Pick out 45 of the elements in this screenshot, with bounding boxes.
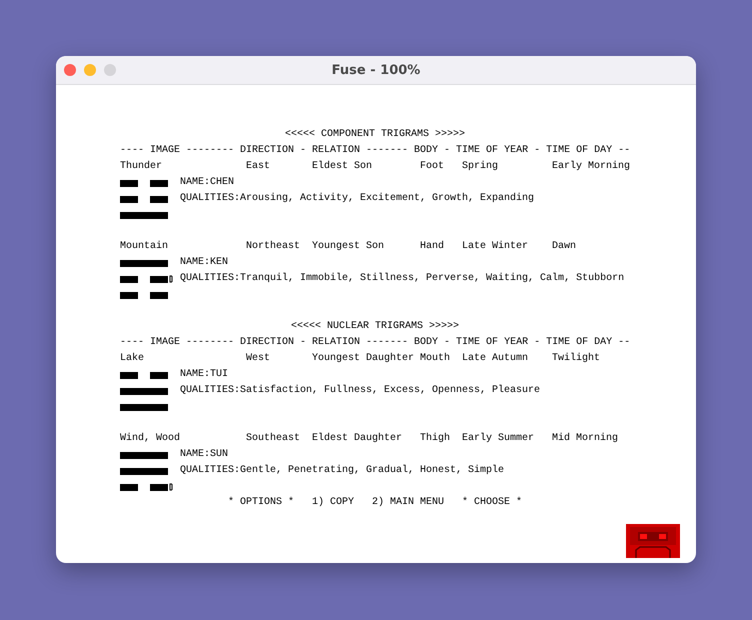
menu-option: * CHOOSE * (462, 495, 522, 511)
cassette-icon (626, 524, 680, 558)
qualities-text: QUALITIES:Gentle, Penetrating, Gradual, Honest, Simple (180, 464, 504, 478)
image-text: Thunder (120, 161, 162, 172)
season-text: Early Summer (462, 433, 534, 444)
image-text: Mountain (120, 241, 168, 252)
minimize-button[interactable] (84, 64, 96, 76)
relation-text: Eldest Daughter (312, 433, 402, 444)
qualities-text: QUALITIES:Arousing, Activity, Excitement, Growth, Expanding (180, 192, 534, 206)
section-title: <<<<< COMPONENT TRIGRAMS >>>>> (285, 128, 466, 142)
season-text: Late Winter (462, 241, 528, 252)
close-button[interactable] (64, 64, 76, 76)
relation-text: Eldest Son (312, 161, 372, 172)
menu-option[interactable]: 2) MAIN MENU (372, 495, 444, 511)
time-of-day-text: Mid Morning (552, 433, 618, 444)
season-text: Spring (462, 161, 498, 172)
body-text: Thigh (420, 433, 450, 444)
menu-option[interactable]: 1) COPY (312, 495, 354, 511)
zoom-button[interactable] (104, 64, 116, 76)
qualities-text: QUALITIES:Tranquil, Immobile, Stillness, Perverse, Waiting, Calm, Stubborn (180, 272, 624, 286)
section-title: <<<<< NUCLEAR TRIGRAMS >>>>> (291, 320, 460, 334)
image-text: Lake (120, 353, 144, 364)
body-text: Mouth (420, 353, 450, 364)
trigram-name: NAME:SUN (180, 448, 228, 462)
direction-text: West (246, 353, 270, 364)
direction-text: Southeast (246, 433, 300, 444)
direction-text: East (246, 161, 270, 172)
time-of-day-text: Dawn (552, 241, 576, 252)
column-header: ---- IMAGE -------- DIRECTION - RELATION ------- BODY - TIME OF YEAR - TIME OF DAY -- (120, 336, 630, 350)
trigram-name: NAME:KEN (180, 256, 228, 270)
relation-text: Youngest Daughter (312, 353, 414, 364)
menu-option: * OPTIONS * (228, 495, 294, 511)
body-text: Foot (420, 161, 444, 172)
trigram-name: NAME:TUI (180, 368, 228, 382)
column-header: ---- IMAGE -------- DIRECTION - RELATION ------- BODY - TIME OF YEAR - TIME OF DAY -- (120, 144, 630, 158)
relation-text: Youngest Son (312, 241, 384, 252)
direction-text: Northeast (246, 241, 300, 252)
qualities-text: QUALITIES:Satisfaction, Fullness, Excess, Openness, Pleasure (180, 384, 540, 398)
image-text: Wind, Wood (120, 433, 180, 444)
window-title: Fuse - 100% (332, 62, 420, 78)
trigram-name: NAME:CHEN (180, 176, 234, 190)
time-of-day-text: Twilight (552, 353, 600, 364)
time-of-day-text: Early Morning (552, 161, 630, 172)
season-text: Late Autumn (462, 353, 528, 364)
body-text: Hand (420, 241, 444, 252)
